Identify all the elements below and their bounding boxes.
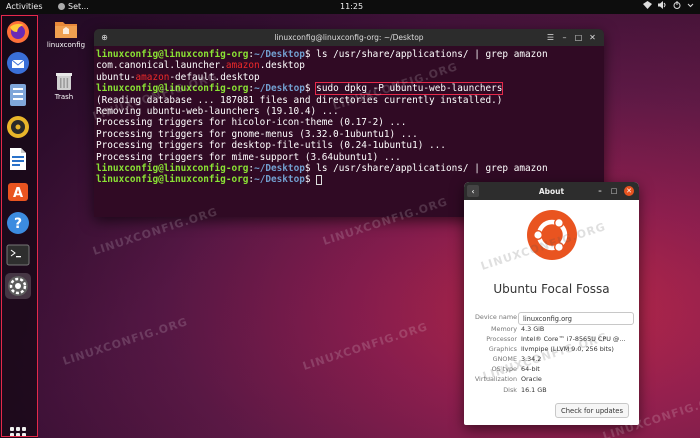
- info-value: 16.1 GB: [521, 385, 547, 394]
- terminal-line: Removing ubuntu-web-launchers (19.10.4) …: [96, 106, 339, 118]
- maximize-button[interactable]: □: [609, 186, 619, 196]
- terminal-line: linuxconfig@linuxconfig-org:~/Desktop$ l…: [96, 49, 548, 60]
- info-label: Graphics: [488, 345, 517, 354]
- about-window[interactable]: ‹ About – □ ✕ Ubuntu Focal Fossa Device …: [464, 182, 639, 425]
- about-title: About: [538, 186, 565, 196]
- ubuntu-logo-icon: [527, 210, 577, 260]
- distro-name: Ubuntu Focal Fossa: [493, 282, 610, 296]
- info-value: llvmpipe (LLVM 9.0, 256 bits): [521, 345, 614, 354]
- close-button[interactable]: ✕: [587, 32, 598, 43]
- power-icon: [673, 1, 681, 11]
- terminal-line: linuxconfig@linuxconfig-org:~/Desktop$ l…: [96, 163, 548, 175]
- activities-button[interactable]: Activities: [6, 2, 43, 11]
- terminal-title: linuxconfig@linuxconfig-org: ~/Desktop: [274, 33, 424, 42]
- top-bar: Activities Set... 11:25: [0, 0, 700, 14]
- terminal-titlebar[interactable]: ⊕ linuxconfig@linuxconfig-org: ~/Desktop…: [94, 29, 604, 46]
- menu-icon[interactable]: ☰: [545, 32, 556, 43]
- device-name-label: Device name: [474, 313, 517, 321]
- info-value: 4.3 GiB: [521, 325, 545, 333]
- info-label: Memory: [491, 325, 517, 333]
- info-label: Virtualization: [474, 375, 517, 384]
- home-folder-shortcut[interactable]: linuxconfig: [46, 19, 86, 49]
- trash-icon: [56, 73, 72, 90]
- volume-icon: [658, 1, 667, 11]
- new-tab-icon[interactable]: ⊕: [99, 32, 110, 43]
- info-label: GNOME: [492, 355, 517, 364]
- trash-label: Trash: [54, 93, 74, 101]
- chevron-down-icon: [687, 1, 694, 11]
- clock[interactable]: 11:25: [340, 2, 363, 11]
- device-name-field[interactable]: linuxconfig.org: [518, 312, 634, 325]
- minimize-button[interactable]: –: [595, 186, 605, 196]
- info-label: Processor: [486, 335, 517, 344]
- terminal-line: linuxconfig@linuxconfig-org:~/Desktop$ s…: [96, 82, 504, 96]
- app-menu[interactable]: Set...: [58, 2, 89, 11]
- trash-shortcut[interactable]: Trash: [44, 71, 84, 101]
- app-menu-label: Set...: [68, 2, 89, 11]
- terminal-line: com.canonical.launcher.amazon.desktop: [96, 60, 305, 72]
- cursor: [316, 174, 323, 185]
- desktop: Activities Set... 11:25 A ? linuxconfig …: [0, 0, 700, 438]
- watermark: LINUXCONFIG.ORG: [61, 315, 190, 368]
- watermark: LINUXCONFIG.ORG: [301, 320, 430, 373]
- info-value: Intel® Core™ i7-8565U CPU @...: [521, 335, 626, 344]
- close-button[interactable]: ✕: [624, 186, 634, 196]
- system-tray[interactable]: [643, 1, 694, 11]
- terminal-line: Processing triggers for desktop-file-uti…: [96, 140, 446, 152]
- info-label: OS type: [491, 365, 517, 374]
- highlighted-command: sudo dpkg -P ubuntu-web-launchers: [315, 82, 504, 96]
- maximize-button[interactable]: □: [573, 32, 584, 43]
- terminal-line: (Reading database ... 187081 files and d…: [96, 94, 503, 106]
- minimize-button[interactable]: –: [559, 32, 570, 43]
- terminal-line: Processing triggers for gnome-menus (3.3…: [96, 128, 418, 140]
- check-for-updates-button[interactable]: Check for updates: [555, 403, 629, 418]
- terminal-line: ubuntu-amazon-default.desktop: [96, 71, 260, 83]
- settings-app-icon: [58, 3, 65, 10]
- info-label: Disk: [503, 385, 517, 394]
- network-icon: [643, 1, 652, 11]
- terminal-line: Processing triggers for hicolor-icon-the…: [96, 117, 407, 129]
- info-value: Oracle: [521, 375, 542, 384]
- terminal-line: Processing triggers for mime-support (3.…: [96, 151, 401, 163]
- terminal-output[interactable]: linuxconfig@linuxconfig-org:~/Desktop$ l…: [94, 46, 604, 186]
- home-folder-label: linuxconfig: [46, 41, 86, 49]
- folder-icon: [55, 22, 77, 38]
- info-value: 64-bit: [521, 365, 540, 374]
- info-value: 3.34.2: [521, 355, 542, 364]
- about-titlebar[interactable]: ‹ About – □ ✕: [464, 182, 639, 200]
- back-button[interactable]: ‹: [467, 185, 479, 197]
- dock-highlight-box: [1, 15, 38, 437]
